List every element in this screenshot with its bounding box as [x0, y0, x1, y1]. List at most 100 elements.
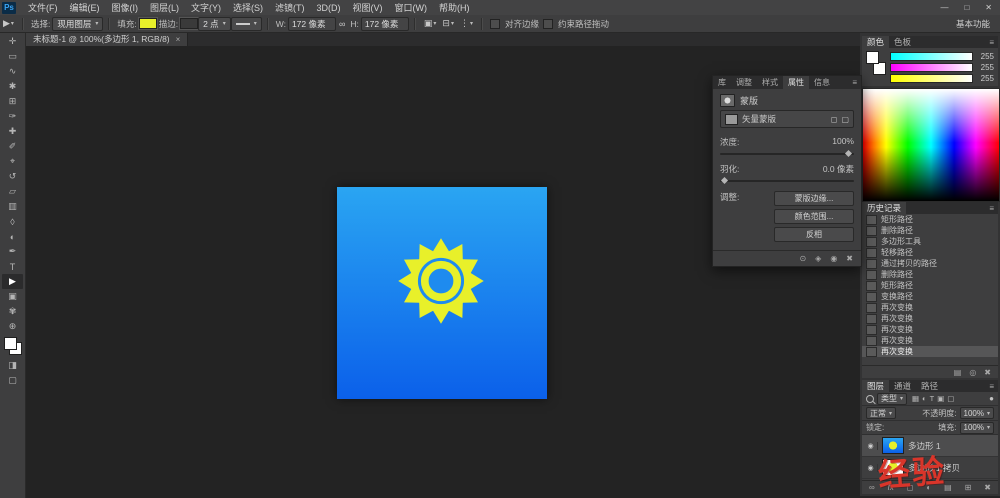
shape-tool[interactable]: ▣	[2, 289, 23, 304]
tab-color[interactable]: 颜色	[862, 36, 889, 49]
foreground-color-swatch[interactable]	[866, 51, 879, 64]
eraser-tool[interactable]: ▱	[2, 184, 23, 199]
delete-layer-icon[interactable]: ✖	[984, 483, 991, 492]
tab-swatches[interactable]: 色板	[889, 36, 916, 49]
menu-3d[interactable]: 3D(D)	[311, 3, 347, 13]
align-edges-checkbox[interactable]	[490, 19, 500, 29]
stroke-color-swatch[interactable]	[180, 18, 198, 29]
workspace-switcher[interactable]: 基本功能	[956, 18, 990, 30]
zoom-tool[interactable]: ⊕	[2, 319, 23, 334]
disable-mask-icon[interactable]: ◉	[830, 254, 837, 263]
tab-info[interactable]: 信息	[809, 76, 835, 89]
tab-channels[interactable]: 通道	[889, 380, 916, 393]
feather-value[interactable]: 0.0 像素	[823, 163, 854, 175]
tab-libraries[interactable]: 库	[713, 76, 731, 89]
density-value[interactable]: 100%	[832, 136, 854, 148]
panel-menu-icon[interactable]: ≡	[985, 38, 998, 47]
history-item[interactable]: 矩形路径	[862, 214, 998, 225]
gradient-tool[interactable]: ▥	[2, 199, 23, 214]
menu-view[interactable]: 视图(V)	[347, 1, 389, 14]
stroke-width-field[interactable]: 2 点 ▾	[198, 17, 231, 31]
new-layer-icon[interactable]: ⊞	[965, 483, 972, 492]
history-item[interactable]: 删除路径	[862, 269, 998, 280]
panel-menu-icon[interactable]: ≡	[985, 382, 998, 391]
history-item[interactable]: 再次变换	[862, 335, 998, 346]
close-tab-icon[interactable]: ×	[176, 35, 181, 44]
history-brush-tool[interactable]: ↺	[2, 169, 23, 184]
new-snapshot-icon[interactable]: ◎	[969, 368, 976, 377]
new-document-from-state-icon[interactable]: ▤	[954, 368, 962, 377]
menu-file[interactable]: 文件(F)	[22, 1, 64, 14]
brush-tool[interactable]: ✐	[2, 139, 23, 154]
density-slider-thumb[interactable]	[845, 150, 852, 157]
path-operations-dropdown[interactable]: ▣ ▾	[421, 18, 440, 29]
filter-shape-icon[interactable]: ▣	[937, 394, 944, 403]
history-item[interactable]: 矩形路径	[862, 280, 998, 291]
invert-button[interactable]: 反相	[774, 227, 854, 242]
tab-adjustments[interactable]: 调整	[731, 76, 757, 89]
clone-stamp-tool[interactable]: ⌖	[2, 154, 23, 169]
history-item[interactable]: 轻移路径	[862, 247, 998, 258]
history-item[interactable]: 通过拷贝的路径	[862, 258, 998, 269]
link-layers-icon[interactable]: ∞	[869, 483, 875, 492]
mask-type-row[interactable]: 矢量蒙版 ◻ ▢	[720, 110, 854, 128]
color-panel-swatches[interactable]	[866, 51, 886, 75]
dodge-tool[interactable]: ◐	[2, 229, 23, 244]
screen-mode-button[interactable]: ▢	[2, 373, 23, 388]
panel-menu-icon[interactable]: ≡	[848, 78, 861, 87]
tab-layers[interactable]: 图层	[862, 380, 889, 393]
menu-help[interactable]: 帮助(H)	[433, 1, 476, 14]
hand-tool[interactable]: ✾	[2, 304, 23, 319]
tab-paths[interactable]: 路径	[916, 380, 943, 393]
menu-type[interactable]: 文字(Y)	[185, 1, 227, 14]
constrain-path-checkbox[interactable]	[543, 19, 553, 29]
layer-visibility-icon[interactable]: ◉	[864, 442, 878, 450]
filter-type-icon[interactable]: T	[930, 394, 935, 403]
marquee-tool[interactable]: ▭	[2, 49, 23, 64]
blend-mode-dropdown[interactable]: 正常 ▾	[866, 407, 896, 419]
close-button[interactable]: ✕	[977, 3, 1000, 12]
color-range-button[interactable]: 颜色范围...	[774, 209, 854, 224]
blur-tool[interactable]: ◊	[2, 214, 23, 229]
link-dimensions-icon[interactable]: ∞	[336, 19, 348, 29]
menu-window[interactable]: 窗口(W)	[389, 1, 434, 14]
quick-mask-button[interactable]: ◨	[2, 358, 23, 373]
history-item[interactable]: 再次变换	[862, 302, 998, 313]
density-slider-track[interactable]	[720, 153, 854, 155]
select-mode-dropdown[interactable]: 现用图层 ▾	[52, 17, 103, 31]
pen-tool[interactable]: ✒	[2, 244, 23, 259]
height-input[interactable]: 172 像素	[361, 17, 409, 31]
menu-image[interactable]: 图像(I)	[106, 1, 145, 14]
panel-menu-icon[interactable]: ≡	[985, 204, 998, 213]
tab-styles[interactable]: 样式	[757, 76, 783, 89]
history-item[interactable]: 变换路径	[862, 291, 998, 302]
filter-smart-object-icon[interactable]: ▢	[947, 394, 954, 403]
maximize-button[interactable]: □	[956, 3, 977, 12]
foreground-background-swatches[interactable]	[3, 336, 23, 356]
menu-layer[interactable]: 图层(L)	[144, 1, 185, 14]
minimize-button[interactable]: —	[932, 3, 956, 12]
mask-edge-button[interactable]: 蒙版边缘...	[774, 191, 854, 206]
filter-pixel-icon[interactable]: ▦	[912, 394, 919, 403]
filter-toggle-icon[interactable]: ●	[989, 394, 994, 403]
history-item[interactable]: 再次变换	[862, 324, 998, 335]
foreground-color-swatch[interactable]	[4, 337, 17, 350]
tab-history[interactable]: 历史记录	[862, 202, 906, 215]
red-slider[interactable]	[890, 52, 973, 61]
filter-adjustment-icon[interactable]: ◐	[922, 394, 927, 403]
green-value[interactable]: 255	[976, 63, 994, 72]
healing-brush-tool[interactable]: ✚	[2, 124, 23, 139]
feather-slider-thumb[interactable]	[721, 177, 728, 184]
load-selection-icon[interactable]: ⊙	[799, 254, 806, 263]
blue-value[interactable]: 255	[976, 74, 994, 83]
blue-slider[interactable]	[890, 74, 973, 83]
document-tab[interactable]: 未标题-1 @ 100%(多边形 1, RGB/8) ×	[26, 32, 188, 46]
menu-filter[interactable]: 滤镜(T)	[269, 1, 311, 14]
color-spectrum-picker[interactable]	[862, 88, 1000, 202]
feather-slider-track[interactable]	[720, 180, 854, 182]
delete-state-icon[interactable]: ✖	[984, 368, 991, 377]
green-slider[interactable]	[890, 63, 973, 72]
stroke-style-dropdown[interactable]: ▾	[231, 17, 262, 31]
eyedropper-tool[interactable]: ✑	[2, 109, 23, 124]
fill-color-swatch[interactable]	[139, 18, 157, 29]
